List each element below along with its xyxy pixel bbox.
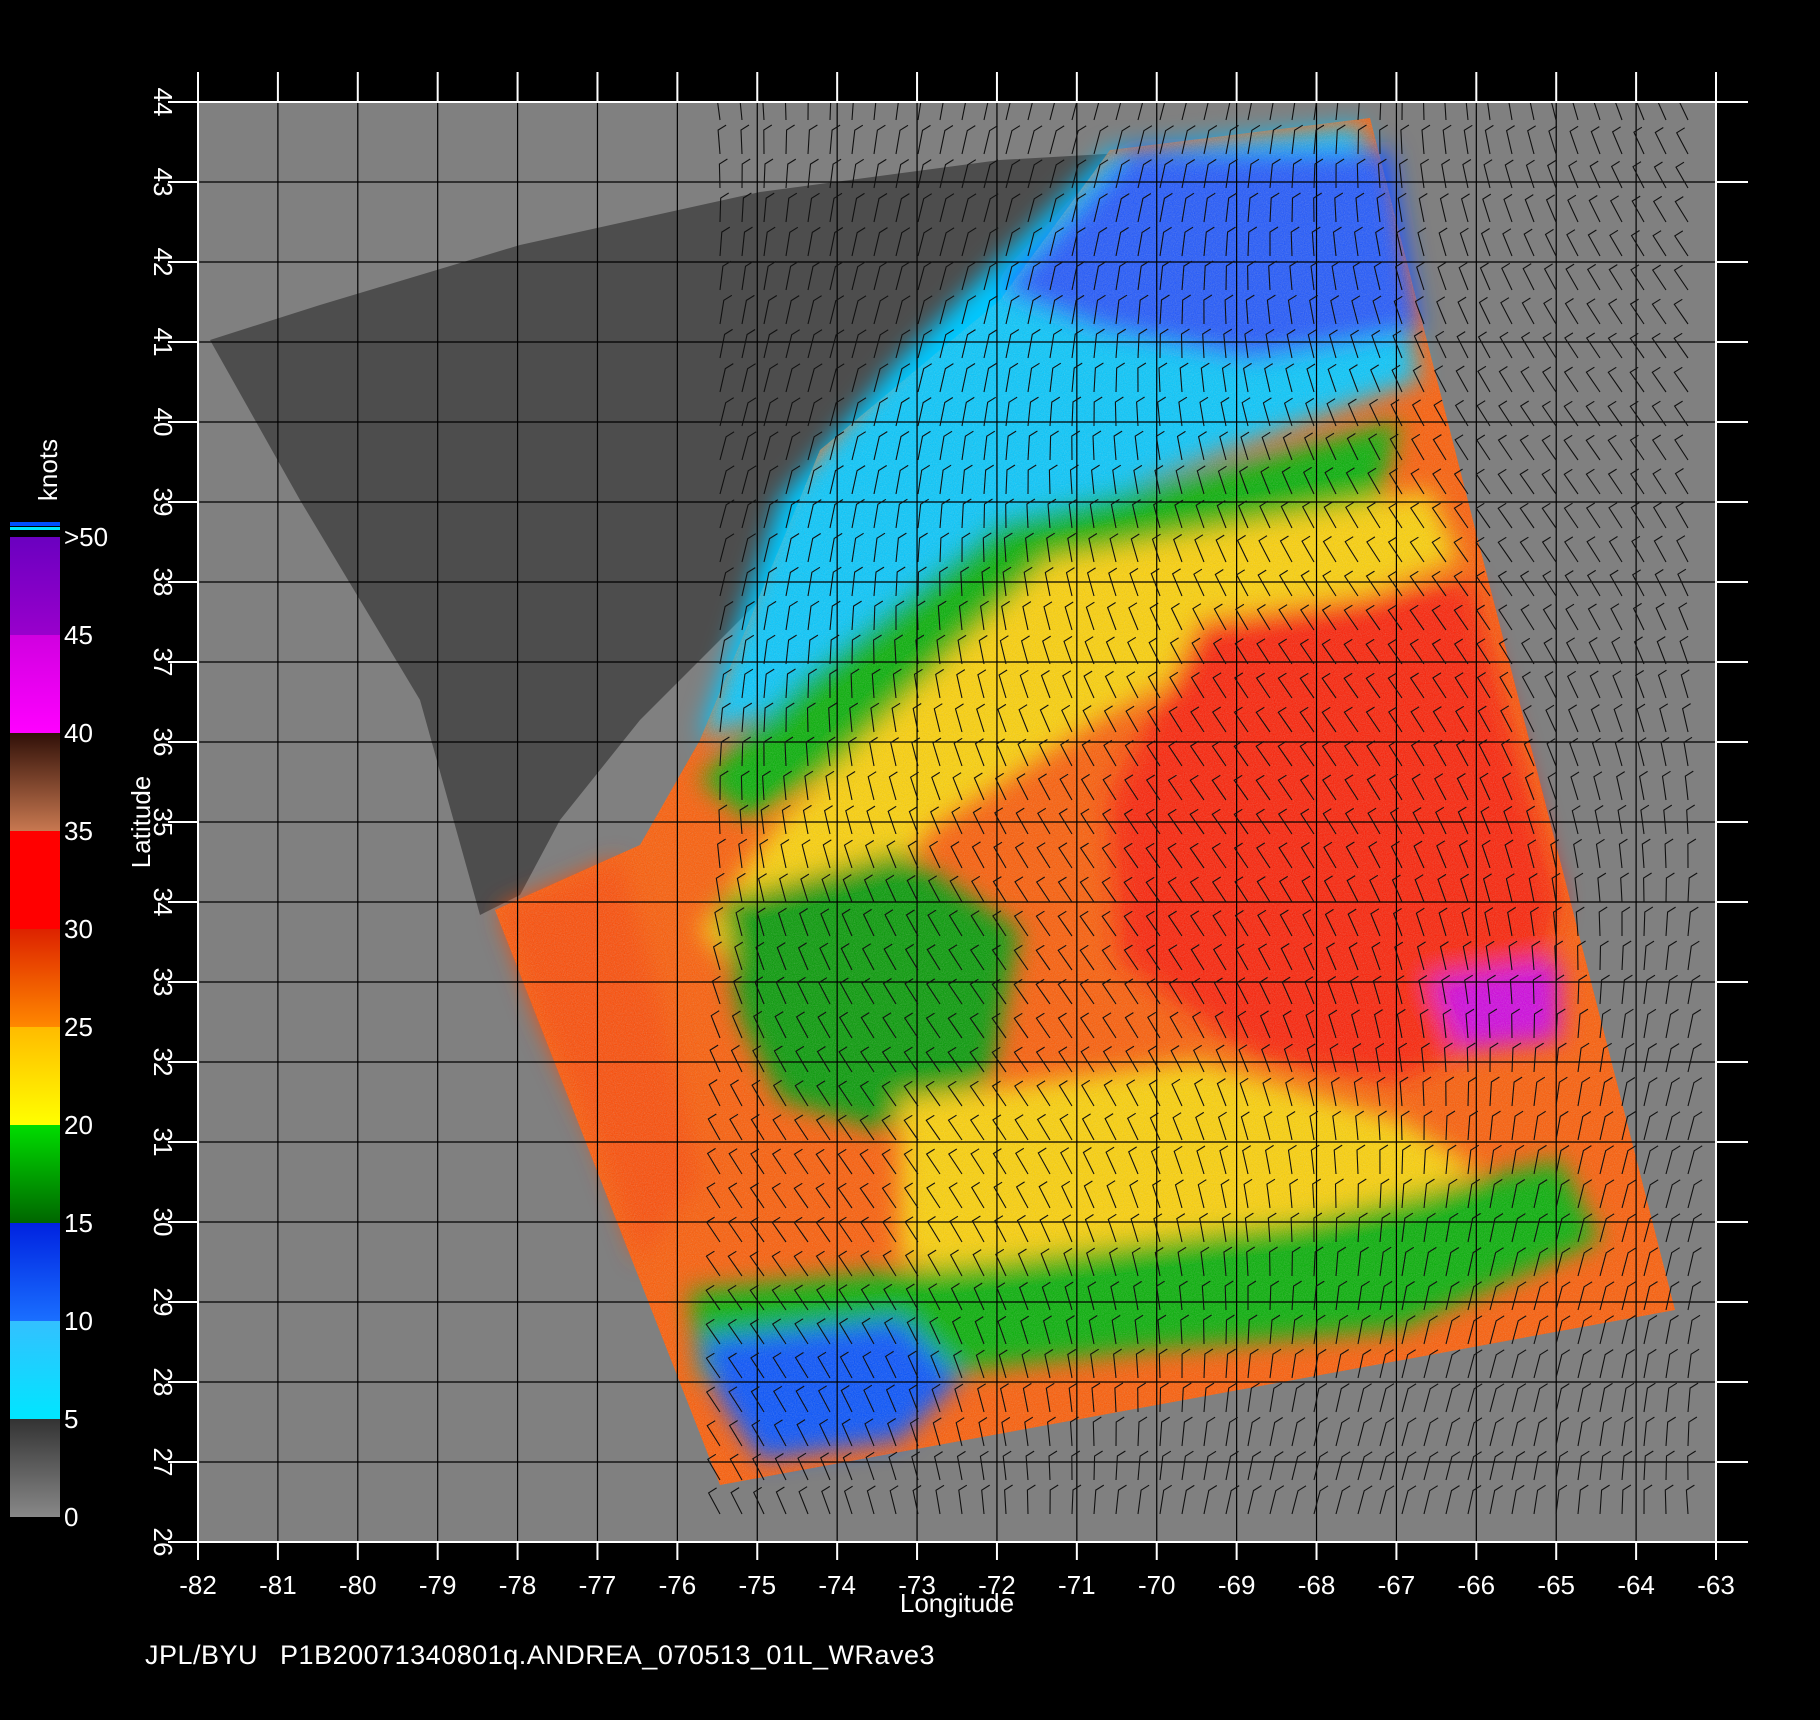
colorbar-labels: 0 5 10 15 20 25 30 35 40 45 >50 [64,522,108,1532]
y-tick-label: 40 [148,408,178,437]
colorbar-segment [10,1321,60,1419]
wind-map: -82 -81 -80 -79 -78 -77 -76 -75 -74 -73 -72 -71 -70-… [10,72,1748,1618]
y-tick-label: 36 [148,728,178,757]
footer-filename: P1B20071340801q.ANDREA_070513_01L_WRave3 [280,1640,936,1670]
colorbar-label: 20 [64,1110,93,1140]
y-tick-label: 29 [148,1288,178,1317]
x-tick-label: -64 [1617,1570,1655,1600]
colorbar-label: 35 [64,816,93,846]
colorbar-label: 5 [64,1404,78,1434]
y-tick-label: 27 [148,1448,178,1477]
colorbar-blocks [10,537,60,1517]
x-tick-label: -69 [1218,1570,1256,1600]
y-tick-label: 42 [148,248,178,277]
x-tick-label: -63 [1697,1570,1735,1600]
colorbar-segment [10,1223,60,1321]
x-tick-label: -79 [419,1570,457,1600]
colorbar-label: 10 [64,1306,93,1336]
y-tick-label: 44 [148,88,178,117]
x-tick-label: -71 [1058,1570,1096,1600]
x-tick-label: -74 [818,1570,856,1600]
y-tick-label: 38 [148,568,178,597]
colorbar-segment [10,537,60,635]
x-tick-label: -67 [1378,1570,1416,1600]
colorbar-unit-label: knots [33,439,63,501]
colorbar-segment [10,1027,60,1125]
colorbar-cap-blue [10,522,60,526]
x-tick-label: -75 [738,1570,776,1600]
colorbar-label: 45 [64,620,93,650]
colorbar-segment [10,831,60,929]
x-tick-label: -66 [1458,1570,1496,1600]
y-tick-label: 43 [148,168,178,197]
y-tick-label: 31 [148,1128,178,1157]
y-tick-label: 30 [148,1208,178,1237]
x-axis-title: Longitude [900,1588,1014,1618]
colorbar-label: 15 [64,1208,93,1238]
y-tick-label: 33 [148,968,178,997]
footer: JPL/BYU P1B20071340801q.ANDREA_070513_01L… [145,1640,957,1671]
colorbar-cap-cyan [10,527,60,530]
y-tick-label: 28 [148,1368,178,1397]
x-tick-label: -82 [179,1570,217,1600]
x-tick-label: -70 [1138,1570,1176,1600]
colorbar-label: 0 [64,1502,78,1532]
y-tick-label: 26 [148,1528,178,1557]
colorbar: 0 5 10 15 20 25 30 35 40 45 >50 knots [10,439,108,1532]
colorbar-label: >50 [64,522,108,552]
x-tick-label: -68 [1298,1570,1336,1600]
x-tick-label: -78 [499,1570,537,1600]
colorbar-label: 40 [64,718,93,748]
x-tick-label: -77 [579,1570,617,1600]
colorbar-label: 30 [64,914,93,944]
footer-source: JPL/BYU [145,1640,259,1670]
y-tick-label: 41 [148,328,178,357]
y-tick-label: 39 [148,488,178,517]
colorbar-segment [10,929,60,1027]
x-tick-label: -65 [1537,1570,1575,1600]
x-tick-label: -80 [339,1570,377,1600]
y-tick-label: 37 [148,648,178,677]
y-axis-title: Latitude [126,776,156,869]
colorbar-segment [10,635,60,733]
colorbar-segment [10,1125,60,1223]
y-tick-label: 32 [148,1048,178,1077]
colorbar-label: 25 [64,1012,93,1042]
x-tick-label: -81 [259,1570,297,1600]
x-tick-label: -76 [659,1570,697,1600]
colorbar-segment [10,733,60,831]
y-tick-label: 34 [148,888,178,917]
colorbar-segment [10,1419,60,1517]
